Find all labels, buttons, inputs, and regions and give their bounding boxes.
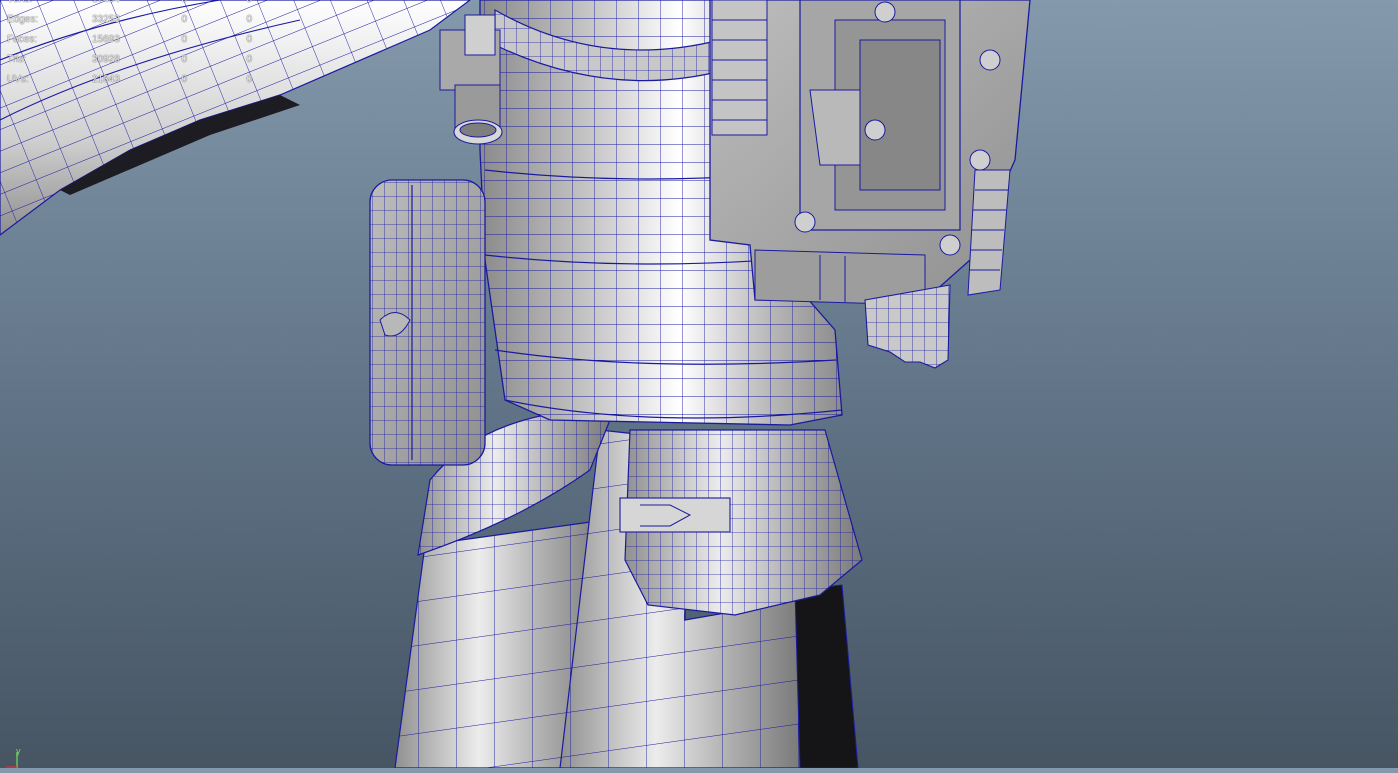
hud-value: 17454 [92,0,120,10]
hud-row: Faces: 15693 0 0 [0,30,270,50]
hud-label: Verts: [7,0,33,10]
hud-label: Tris: [7,54,27,65]
tunic-pocket [619,429,863,616]
hud-value: 30928 [92,54,120,65]
scope-attachment [439,14,503,145]
hud-uv-count: 0 [246,54,252,65]
hud-label: Edges: [7,14,39,25]
hud-row: Edges: 33253 0 0 [0,10,270,30]
hud-selected-count: 0 [181,54,187,65]
axis-y-label: y [16,746,21,756]
hud-uv-count: 0 [246,34,252,45]
hud-label: Faces: [7,34,38,45]
wireframe-soldier-model[interactable] [0,0,1398,768]
hud-selected-count: 0 [181,34,187,45]
hand-mesh [864,284,951,369]
hud-selected-count: 0 [181,14,187,25]
hud-value: 21843 [92,74,120,85]
hud-selected-count: 0 [181,74,187,85]
hud-row: Verts: 17454 0 0 [0,0,270,10]
poly-count-hud: Verts:1745400Edges:3325300Faces:1569300T… [0,0,270,90]
3d-viewport[interactable] [0,0,1398,768]
hud-uv-count: 0 [225,0,252,10]
hud-label: UVs: [7,74,29,85]
rifle-body [709,0,1031,306]
hud-value: 15693 [92,34,120,45]
hud-row: Tris: 30928 0 0 [0,50,270,70]
hud-value: 33253 [92,14,120,25]
xyz-axis-gizmo-icon: y [4,740,34,768]
belt-pouch [369,179,486,466]
hud-uv-count: 0 [246,74,252,85]
hud-uv-count: 0 [246,14,252,25]
hud-row: UVs: 21843 0 0 [0,70,270,90]
hud-selected-count: 0 [160,0,187,10]
